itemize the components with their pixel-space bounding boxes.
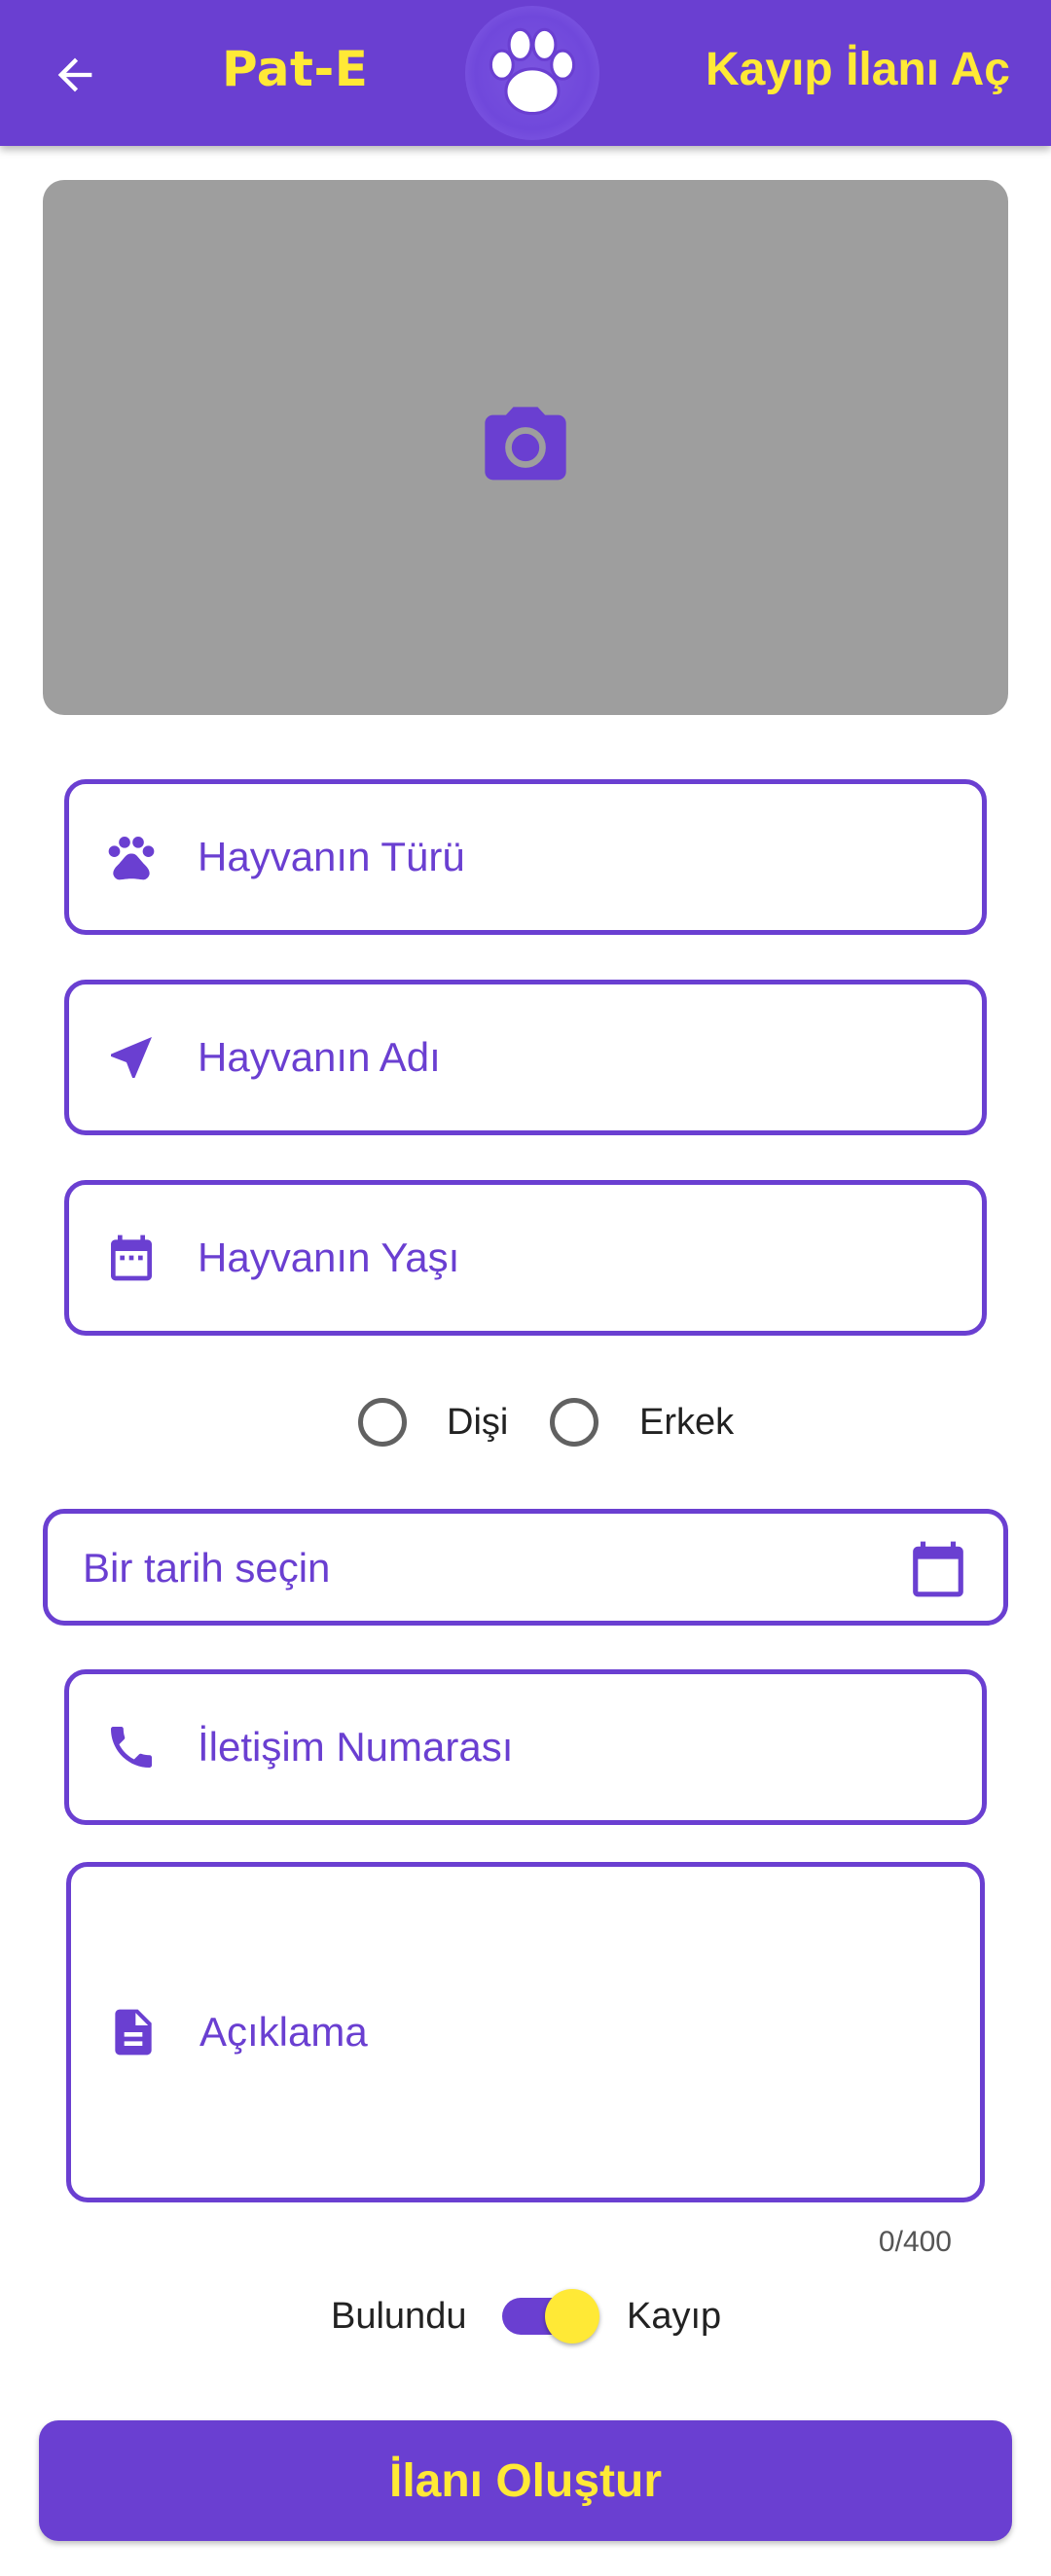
- animal-age-placeholder: Hayvanın Yaşı: [198, 1234, 460, 1280]
- date-picker-field[interactable]: Bir tarih seçin: [43, 1509, 1008, 1626]
- create-listing-button[interactable]: İlanı Oluştur: [39, 2420, 1012, 2541]
- gender-radio-group: Dişi Erkek: [0, 1381, 1051, 1463]
- document-icon: [104, 2003, 163, 2061]
- brand-name: Pat-E: [222, 41, 369, 97]
- animal-type-placeholder: Hayvanın Türü: [198, 834, 465, 879]
- toggle-label-lost: Kayıp: [627, 2296, 722, 2337]
- paw-icon: [102, 828, 161, 886]
- description-char-counter: 0/400: [878, 2226, 952, 2258]
- paw-logo-icon: [465, 6, 599, 140]
- arrow-back-icon: [57, 57, 92, 92]
- description-placeholder: Açıklama: [199, 2009, 368, 2055]
- camera-icon: [485, 407, 566, 481]
- animal-age-field[interactable]: Hayvanın Yaşı: [64, 1180, 987, 1336]
- phone-field[interactable]: İletişim Numarası: [64, 1669, 987, 1825]
- create-listing-label: İlanı Oluştur: [388, 2454, 663, 2507]
- status-switch-thumb[interactable]: [545, 2289, 599, 2343]
- photo-picker[interactable]: [43, 180, 1008, 715]
- phone-icon: [102, 1718, 161, 1776]
- back-button[interactable]: [39, 39, 111, 111]
- gender-label-female: Dişi: [447, 1402, 509, 1443]
- calendar-icon: [102, 1229, 161, 1287]
- app-bar: Pat-E Kayıp İlanı Aç: [0, 0, 1051, 146]
- page-title: Kayıp İlanı Aç: [706, 44, 1010, 95]
- animal-type-field[interactable]: Hayvanın Türü: [64, 779, 987, 935]
- gender-radio-male[interactable]: [550, 1398, 598, 1447]
- animal-name-placeholder: Hayvanın Adı: [198, 1034, 441, 1080]
- animal-name-field[interactable]: Hayvanın Adı: [64, 980, 987, 1135]
- status-toggle-row: Bulundu Kayıp: [0, 2280, 1051, 2350]
- toggle-label-found: Bulundu: [331, 2296, 467, 2337]
- gender-radio-female[interactable]: [358, 1398, 407, 1447]
- phone-placeholder: İletişim Numarası: [198, 1724, 514, 1770]
- gender-label-male: Erkek: [639, 1402, 735, 1443]
- navigation-arrow-icon: [102, 1028, 161, 1087]
- calendar-icon[interactable]: [908, 1539, 968, 1599]
- date-placeholder: Bir tarih seçin: [83, 1545, 331, 1591]
- description-field[interactable]: Açıklama: [66, 1862, 985, 2202]
